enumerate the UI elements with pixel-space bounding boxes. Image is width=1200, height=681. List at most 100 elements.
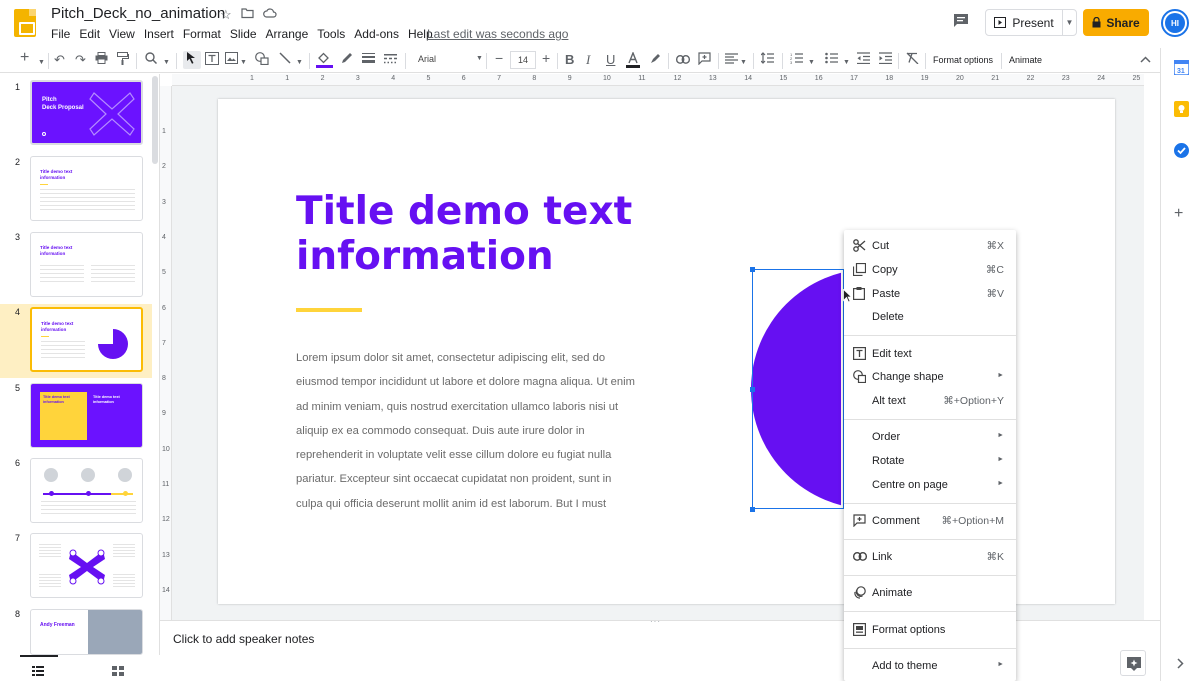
slide-thumbnail-2[interactable]: Title demo text information — [30, 156, 143, 221]
menu-item-centre-on-page[interactable]: Centre on page ► — [844, 474, 1016, 496]
format-options-button[interactable]: Format options — [933, 55, 993, 65]
menu-slide[interactable]: Slide — [230, 27, 257, 41]
menu-addons[interactable]: Add-ons — [354, 27, 399, 41]
increase-indent-icon[interactable] — [879, 52, 892, 68]
menu-format[interactable]: Format — [183, 27, 221, 41]
account-avatar[interactable]: HI — [1161, 9, 1189, 37]
image-dropdown-icon[interactable]: ▼ — [240, 55, 247, 71]
menu-item-animate[interactable]: Animate — [844, 582, 1016, 604]
new-slide-dropdown-icon[interactable]: ▼ — [38, 55, 45, 71]
line-spacing-icon[interactable] — [760, 52, 774, 68]
new-slide-icon[interactable]: + — [20, 50, 29, 66]
menu-item-order[interactable]: Order ► — [844, 426, 1016, 448]
menu-file[interactable]: File — [51, 27, 70, 41]
numbered-list-icon[interactable]: 123 — [790, 52, 803, 68]
move-folder-icon[interactable] — [241, 7, 254, 22]
collapse-toolbar-icon[interactable] — [1140, 51, 1151, 67]
menu-item-copy[interactable]: Copy ⌘C — [844, 259, 1016, 281]
border-weight-icon[interactable] — [362, 52, 375, 68]
undo-icon[interactable]: ↶ — [54, 52, 65, 68]
bulleted-list-dropdown-icon[interactable]: ▼ — [843, 55, 850, 71]
filmstrip-scrollbar[interactable] — [152, 76, 158, 164]
bulleted-list-icon[interactable] — [825, 52, 838, 68]
text-color-icon[interactable] — [626, 51, 640, 72]
text-box-icon[interactable] — [205, 52, 219, 69]
zoom-dropdown-icon[interactable]: ▼ — [163, 55, 170, 71]
align-dropdown-icon[interactable]: ▼ — [740, 55, 747, 71]
title-underline-accent[interactable] — [296, 308, 362, 312]
fill-color-icon[interactable] — [316, 52, 333, 72]
shape-icon[interactable] — [255, 52, 269, 69]
cloud-status-icon[interactable] — [263, 7, 277, 22]
last-edit-link[interactable]: Last edit was seconds ago — [427, 27, 568, 41]
slide-thumbnail-5[interactable]: Title demo text information Title demo t… — [30, 383, 143, 448]
tasks-icon[interactable] — [1174, 143, 1189, 163]
menu-edit[interactable]: Edit — [79, 27, 100, 41]
select-tool-icon[interactable] — [183, 51, 201, 69]
menu-item-paste[interactable]: Paste ⌘V — [844, 283, 1016, 305]
speaker-notes-placeholder[interactable]: Click to add speaker notes — [173, 632, 314, 646]
resize-handle-top-left[interactable] — [750, 267, 755, 272]
add-addon-icon[interactable]: + — [1174, 205, 1183, 223]
slide-thumbnail-6[interactable] — [30, 458, 143, 523]
explore-button[interactable] — [1120, 650, 1146, 676]
menu-insert[interactable]: Insert — [144, 27, 174, 41]
menu-item-rotate[interactable]: Rotate ► — [844, 450, 1016, 472]
resize-handle-bottom-left[interactable] — [750, 507, 755, 512]
menu-item-edit-text[interactable]: Edit text — [844, 343, 1016, 365]
insert-link-icon[interactable] — [675, 52, 691, 68]
menu-item-comment[interactable]: Comment ⌘+Option+M — [844, 510, 1016, 532]
font-size-input[interactable]: 14 — [510, 51, 536, 69]
slide-thumbnail-1[interactable]: Pitch Deck Proposal — [30, 80, 143, 145]
slide-body-text[interactable]: Lorem ipsum dolor sit amet, consectetur … — [296, 346, 638, 516]
decrease-font-size-icon[interactable]: − — [495, 50, 503, 66]
print-icon[interactable] — [95, 52, 108, 68]
slide-title[interactable]: Title demo text information — [296, 189, 716, 279]
horizontal-ruler[interactable]: 1 1 2 3 4 5 6 7 8 9 10 11 12 13 14 15 16 17 18 19 20 21 22 23 24… — [172, 74, 1144, 86]
slide-thumbnail-4[interactable]: Title demo text information — [30, 307, 143, 372]
numbered-list-dropdown-icon[interactable]: ▼ — [808, 55, 815, 71]
increase-font-size-icon[interactable]: + — [542, 50, 550, 66]
present-dropdown-button[interactable]: ▼ — [1062, 9, 1077, 36]
filmstrip-view-icon[interactable] — [32, 663, 44, 681]
slide-thumbnail-3[interactable]: Title demo text information — [30, 232, 143, 297]
line-icon[interactable] — [279, 52, 291, 68]
menu-item-link[interactable]: Link ⌘K — [844, 546, 1016, 568]
font-family-select[interactable]: Arial ▼ — [412, 51, 486, 69]
grid-view-icon[interactable] — [112, 663, 124, 681]
resize-handle-mid-left[interactable] — [750, 387, 755, 392]
underline-icon[interactable]: U — [606, 52, 615, 68]
paint-format-icon[interactable] — [117, 52, 129, 69]
border-dash-icon[interactable] — [384, 52, 397, 68]
menu-item-alt-text[interactable]: Alt text ⌘+Option+Y — [844, 390, 1016, 412]
decrease-indent-icon[interactable] — [857, 52, 870, 68]
align-icon[interactable] — [725, 52, 738, 68]
zoom-icon[interactable] — [145, 52, 158, 68]
calendar-icon[interactable]: 31 — [1173, 59, 1190, 80]
comments-icon[interactable] — [952, 12, 972, 30]
expand-panel-icon[interactable] — [1177, 656, 1184, 674]
animate-button[interactable]: Animate — [1009, 55, 1042, 65]
vertical-ruler[interactable]: 1 2 3 4 5 6 7 8 9 10 11 12 13 14 — [160, 86, 172, 620]
redo-icon[interactable]: ↷ — [75, 52, 86, 68]
menu-item-add-to-theme[interactable]: Add to theme ► — [844, 655, 1016, 677]
menu-item-change-shape[interactable]: Change shape ► — [844, 366, 1016, 388]
menu-view[interactable]: View — [109, 27, 135, 41]
highlight-color-icon[interactable] — [649, 52, 662, 69]
share-button[interactable]: Share — [1083, 9, 1149, 36]
line-dropdown-icon[interactable]: ▼ — [296, 55, 303, 71]
bold-icon[interactable]: B — [565, 52, 574, 68]
menu-item-format-options[interactable]: Format options — [844, 619, 1016, 641]
clear-formatting-icon[interactable] — [906, 52, 919, 68]
border-color-icon[interactable] — [341, 52, 353, 68]
star-icon[interactable]: ☆ — [220, 7, 232, 23]
menu-item-delete[interactable]: Delete — [844, 306, 1016, 328]
document-title[interactable]: Pitch_Deck_no_animation — [51, 5, 225, 22]
slide-thumbnail-8[interactable]: Andy Freeman — [30, 609, 143, 655]
menu-item-cut[interactable]: Cut ⌘X — [844, 235, 1016, 257]
slides-logo-icon[interactable] — [14, 9, 36, 37]
image-icon[interactable] — [225, 52, 238, 68]
italic-icon[interactable]: I — [586, 52, 590, 68]
add-comment-icon[interactable] — [698, 52, 711, 69]
slide-thumbnail-7[interactable] — [30, 533, 143, 598]
